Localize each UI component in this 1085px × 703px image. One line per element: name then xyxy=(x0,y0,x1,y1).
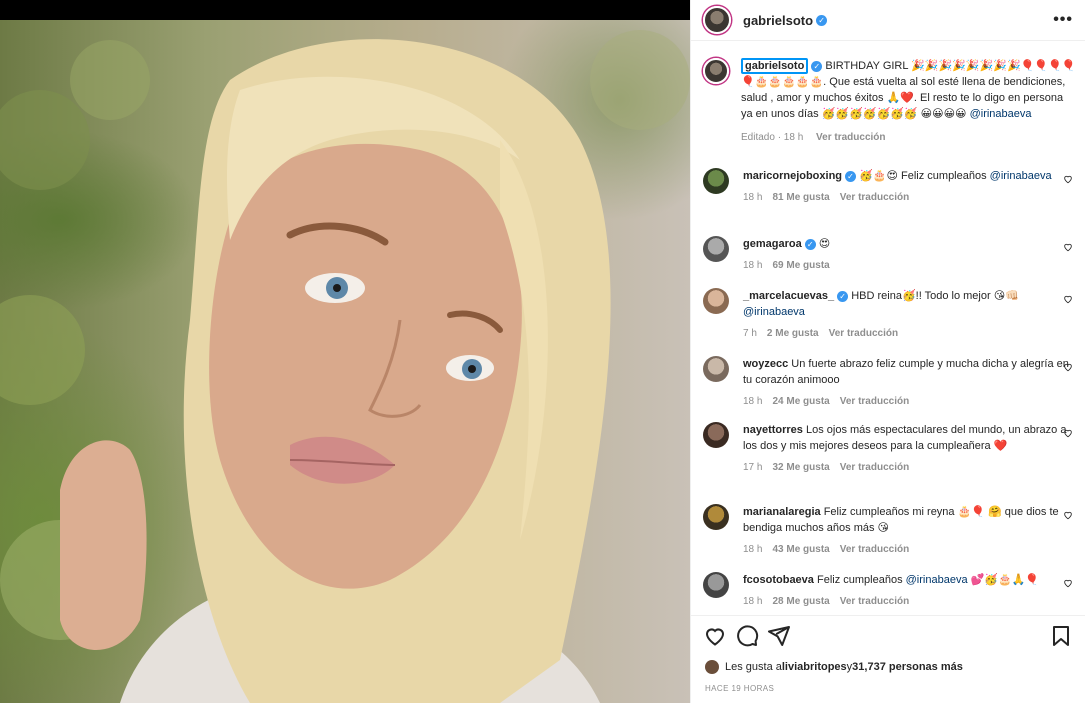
comment-username[interactable]: nayettorres xyxy=(743,424,803,436)
comment-text: HBD reina🥳!! Todo lo mejor 😘👊🏻 xyxy=(848,290,1019,302)
comment-time: 18 h xyxy=(743,192,763,203)
like-heart-icon[interactable] xyxy=(1063,242,1073,252)
comment-translate-link[interactable]: Ver traducción xyxy=(840,596,909,607)
comments-list[interactable]: gabrielsoto ✓ BIRTHDAY GIRL 🎉🎉🎉🎉🎉🎉🎉🎉🎈🎈🎈🎈🎈… xyxy=(691,42,1085,615)
post-image[interactable] xyxy=(0,20,690,703)
comment-username[interactable]: woyzecc xyxy=(743,358,788,370)
caption-username[interactable]: gabrielsoto xyxy=(741,58,809,74)
comment-item: _marcelacuevas_ ✓ HBD reina🥳!! Todo lo me… xyxy=(703,288,1077,342)
verified-badge-icon: ✓ xyxy=(804,238,816,250)
verified-badge-icon: ✓ xyxy=(845,170,857,182)
comment-likes[interactable]: 43 Me gusta xyxy=(772,544,829,555)
verified-badge-icon: ✓ xyxy=(811,60,823,72)
post-timestamp: HACE 19 HORAS xyxy=(705,684,775,693)
comment-time: 18 h xyxy=(743,260,763,271)
comment-translate-link[interactable]: Ver traducción xyxy=(829,328,898,339)
post-header: gabrielsoto ✓ ••• xyxy=(691,0,1085,41)
post-photo-illustration xyxy=(0,30,690,703)
comment-username[interactable]: gemagaroa xyxy=(743,238,802,250)
post-side-panel: gabrielsoto ✓ ••• gabrielsoto ✓ BIRTHDAY … xyxy=(690,0,1085,703)
caption-mention[interactable]: @irinabaeva xyxy=(970,108,1032,120)
comment-username[interactable]: _marcelacuevas_ xyxy=(743,290,834,302)
comment-text: Un fuerte abrazo feliz cumple y mucha di… xyxy=(743,358,1069,386)
comment-time: 7 h xyxy=(743,328,757,339)
comment-item: nayettorres Los ojos más espectaculares … xyxy=(703,422,1077,476)
post-actions xyxy=(703,620,1073,652)
comment-time: 17 h xyxy=(743,462,763,473)
comment-item: marianalaregia Feliz cumpleaños mi reyna… xyxy=(703,504,1077,558)
owner-username[interactable]: gabrielsoto xyxy=(743,13,813,28)
share-button-icon[interactable] xyxy=(767,624,791,648)
caption: gabrielsoto ✓ BIRTHDAY GIRL 🎉🎉🎉🎉🎉🎉🎉🎉🎈🎈🎈🎈🎈… xyxy=(703,58,1077,146)
comment-text: 😍 xyxy=(815,238,831,250)
comment-translate-link[interactable]: Ver traducción xyxy=(840,544,909,555)
caption-translate-link[interactable]: Ver traducción xyxy=(816,132,885,143)
caption-time: Editado · 18 h xyxy=(741,132,804,143)
comment-time: 18 h xyxy=(743,544,763,555)
like-heart-icon[interactable] xyxy=(1063,174,1073,184)
comment-avatar[interactable] xyxy=(703,288,729,314)
comment-username[interactable]: marianalaregia xyxy=(743,506,821,518)
comment-username[interactable]: maricornejoboxing xyxy=(743,170,842,182)
comment-likes[interactable]: 69 Me gusta xyxy=(772,260,829,271)
like-heart-icon[interactable] xyxy=(1063,510,1073,520)
comment-translate-link[interactable]: Ver traducción xyxy=(840,192,909,203)
comment-time: 18 h xyxy=(743,396,763,407)
comment-mention[interactable]: @irinabaeva xyxy=(743,306,805,318)
comment-text: 🥳🎂😍 Feliz cumpleaños xyxy=(856,170,990,182)
comment-avatar[interactable] xyxy=(703,168,729,194)
save-bookmark-icon[interactable] xyxy=(1049,624,1073,648)
comment-avatar[interactable] xyxy=(703,356,729,382)
more-options-icon[interactable]: ••• xyxy=(1053,11,1073,29)
comment-item: maricornejoboxing ✓ 🥳🎂😍 Feliz cumpleaños … xyxy=(703,168,1077,206)
verified-badge-icon: ✓ xyxy=(816,14,828,26)
comment-avatar[interactable] xyxy=(703,422,729,448)
comment-likes[interactable]: 81 Me gusta xyxy=(772,192,829,203)
comment-translate-link[interactable]: Ver traducción xyxy=(840,462,909,473)
verified-badge-icon: ✓ xyxy=(837,290,849,302)
caption-avatar[interactable] xyxy=(703,58,729,84)
comment-likes[interactable]: 24 Me gusta xyxy=(772,396,829,407)
liker-avatar xyxy=(705,660,719,674)
like-heart-icon[interactable] xyxy=(1063,428,1073,438)
like-heart-icon[interactable] xyxy=(1063,578,1073,588)
comment-avatar[interactable] xyxy=(703,504,729,530)
owner-avatar[interactable] xyxy=(703,6,731,34)
like-button-icon[interactable] xyxy=(703,624,727,648)
comment-item: fcosotobaeva Feliz cumpleaños @irinabaev… xyxy=(703,572,1077,610)
likes-others[interactable]: 31,737 personas más xyxy=(852,661,963,673)
comment-button-icon[interactable] xyxy=(735,624,759,648)
comment-likes[interactable]: 2 Me gusta xyxy=(767,328,819,339)
likes-summary[interactable]: Les gusta a liviabritopes y 31,737 perso… xyxy=(705,660,963,674)
comment-username[interactable]: fcosotobaeva xyxy=(743,574,814,586)
comment-time: 18 h xyxy=(743,596,763,607)
comment-item: gemagaroa ✓ 😍 18 h 69 Me gusta xyxy=(703,236,1077,274)
comment-avatar[interactable] xyxy=(703,572,729,598)
like-heart-icon[interactable] xyxy=(1063,362,1073,372)
comment-mention[interactable]: @irinabaeva xyxy=(990,170,1052,182)
comment-likes[interactable]: 32 Me gusta xyxy=(772,462,829,473)
comment-item: woyzecc Un fuerte abrazo feliz cumple y … xyxy=(703,356,1077,410)
likes-prefix: Les gusta a xyxy=(725,661,782,673)
divider xyxy=(691,615,1085,616)
comment-text: Feliz cumpleaños xyxy=(813,574,906,586)
comment-translate-link[interactable]: Ver traducción xyxy=(840,396,909,407)
comment-avatar[interactable] xyxy=(703,236,729,262)
comment-likes[interactable]: 28 Me gusta xyxy=(772,596,829,607)
comment-mention[interactable]: @irinabaeva xyxy=(906,574,968,586)
liker-username[interactable]: liviabritopes xyxy=(782,661,847,673)
like-heart-icon[interactable] xyxy=(1063,294,1073,304)
comment-text-after: 💕🥳🎂🙏🎈 xyxy=(967,574,1040,586)
